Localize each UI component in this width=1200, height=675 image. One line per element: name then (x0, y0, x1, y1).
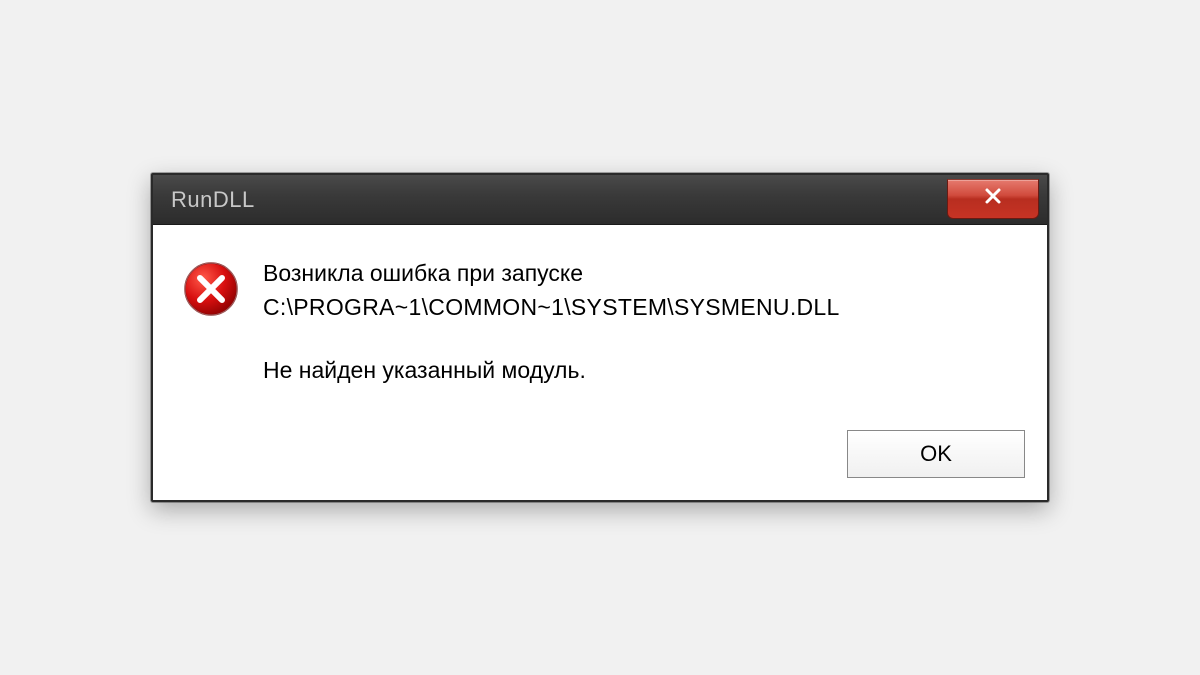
dialog-title: RunDLL (171, 187, 255, 213)
message-line-3: Не найден указанный модуль. (263, 354, 1017, 387)
close-icon (983, 186, 1003, 211)
error-dialog: RunDLL (151, 173, 1049, 501)
titlebar: RunDLL (153, 175, 1047, 225)
message-block: Возникла ошибка при запуске C:\PROGRA~1\… (263, 257, 1017, 387)
message-line-1: Возникла ошибка при запуске (263, 257, 1017, 290)
button-row: OK (153, 412, 1047, 500)
ok-button[interactable]: OK (847, 430, 1025, 478)
error-icon-wrap (183, 257, 239, 387)
message-path: C:\PROGRA~1\COMMON~1\SYSTEM\SYSMENU.DLL (263, 291, 1017, 324)
dialog-content: Возникла ошибка при запуске C:\PROGRA~1\… (153, 225, 1047, 411)
error-icon (183, 304, 239, 321)
close-button[interactable] (947, 179, 1039, 219)
